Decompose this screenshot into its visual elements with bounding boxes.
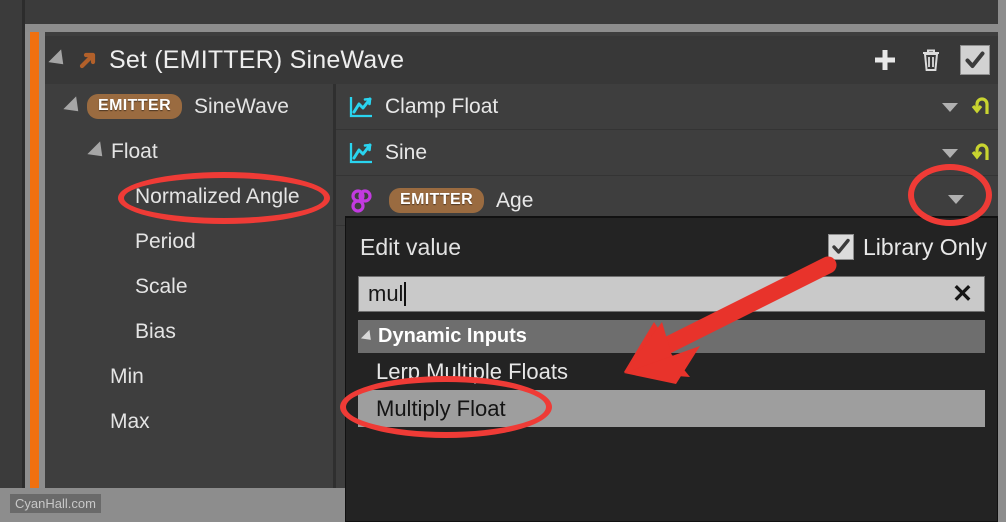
edit-value-popup: Edit value Library Only mul ✕ Dynamic In…	[345, 216, 998, 522]
value-row-controls	[942, 130, 992, 176]
tree-item-label: Max	[110, 409, 150, 433]
popup-title: Edit value	[360, 233, 462, 260]
tree-item-label: Normalized Angle	[135, 184, 300, 208]
list-item[interactable]: Multiply Float	[358, 390, 985, 427]
list-item[interactable]: Lerp Multiple Floats	[358, 353, 985, 390]
popup-header: Edit value Library Only	[346, 218, 997, 276]
module-accent-bar	[30, 32, 39, 488]
watermark: CyanHall.com	[10, 494, 101, 513]
tree-item-period[interactable]: Period	[45, 219, 333, 264]
clear-search-icon[interactable]: ✕	[949, 281, 976, 307]
tree-item-min[interactable]: Min	[45, 354, 333, 399]
tree-row-sinewave[interactable]: EMITTER SineWave	[45, 84, 333, 129]
library-only-checkbox[interactable]	[828, 234, 855, 260]
dynamic-input-graph-icon	[348, 94, 374, 120]
list-item-label: Multiply Float	[376, 395, 506, 421]
tree-item-normalized-angle[interactable]: Normalized Angle	[45, 174, 333, 219]
header-actions	[868, 36, 990, 84]
module-header[interactable]: Set (EMITTER) SineWave	[45, 36, 998, 84]
tree-item-scale[interactable]: Scale	[45, 264, 333, 309]
tree-item-label: Bias	[135, 319, 176, 343]
tree-item-label: Period	[135, 229, 196, 253]
collapse-triangle-icon[interactable]	[45, 49, 73, 71]
value-row-controls	[942, 84, 992, 130]
library-only-label: Library Only	[863, 233, 987, 260]
namespace-badge: EMITTER	[87, 94, 183, 119]
link-chain-icon	[348, 187, 376, 215]
search-input-value: mul	[368, 281, 404, 306]
value-row-clamp-float[interactable]: Clamp Float	[336, 84, 998, 130]
dynamic-input-graph-icon	[348, 140, 374, 166]
chevron-down-icon[interactable]	[942, 102, 958, 112]
tree-item-label: Scale	[135, 274, 188, 298]
outer-left-gutter-edge	[22, 0, 25, 522]
tree-item-label: Float	[111, 139, 158, 163]
tree-collapse-triangle-icon[interactable]	[85, 140, 111, 163]
add-button[interactable]	[868, 43, 902, 77]
category-collapse-triangle-icon[interactable]	[360, 329, 376, 344]
tree-item-label: Min	[110, 364, 144, 388]
tree-item-label: SineWave	[194, 94, 289, 118]
value-row-label: Sine	[385, 140, 428, 164]
text-caret	[404, 282, 407, 306]
value-row-sine[interactable]: Sine	[336, 130, 998, 176]
tree-row-float[interactable]: Float	[45, 129, 333, 174]
chevron-down-icon[interactable]	[942, 148, 958, 158]
outer-window-top	[0, 0, 1006, 24]
reset-icon[interactable]	[970, 96, 992, 118]
search-input[interactable]: mul ✕	[358, 276, 985, 312]
reset-icon[interactable]	[970, 142, 992, 164]
value-row-label: Age	[496, 188, 534, 212]
chevron-down-icon[interactable]	[948, 194, 964, 204]
parameter-tree: EMITTER SineWave Float Normalized Angle …	[45, 84, 333, 488]
set-arrow-icon	[73, 48, 103, 72]
results-category-label: Dynamic Inputs	[378, 325, 527, 347]
tree-item-bias[interactable]: Bias	[45, 309, 333, 354]
outer-left-gutter	[0, 0, 22, 522]
list-item-label: Lerp Multiple Floats	[376, 358, 568, 384]
namespace-badge: EMITTER	[389, 188, 485, 213]
results-category-header[interactable]: Dynamic Inputs	[358, 320, 985, 353]
results-list: Dynamic Inputs Lerp Multiple Floats Mult…	[346, 320, 997, 427]
tree-collapse-triangle-icon[interactable]	[61, 95, 87, 118]
page-title: Set (EMITTER) SineWave	[109, 45, 405, 74]
delete-button[interactable]	[914, 43, 948, 77]
module-enabled-checkbox[interactable]	[960, 45, 990, 75]
value-row-label: Clamp Float	[385, 94, 499, 118]
tree-item-max[interactable]: Max	[45, 399, 333, 444]
outer-right-gutter	[998, 0, 1006, 522]
outer-window-strip	[0, 24, 1006, 32]
screenshot-root: Set (EMITTER) SineWave EMITTER SineWave …	[0, 0, 1006, 522]
checkbox-checked-icon	[965, 51, 985, 68]
checkbox-checked-icon	[832, 238, 850, 254]
